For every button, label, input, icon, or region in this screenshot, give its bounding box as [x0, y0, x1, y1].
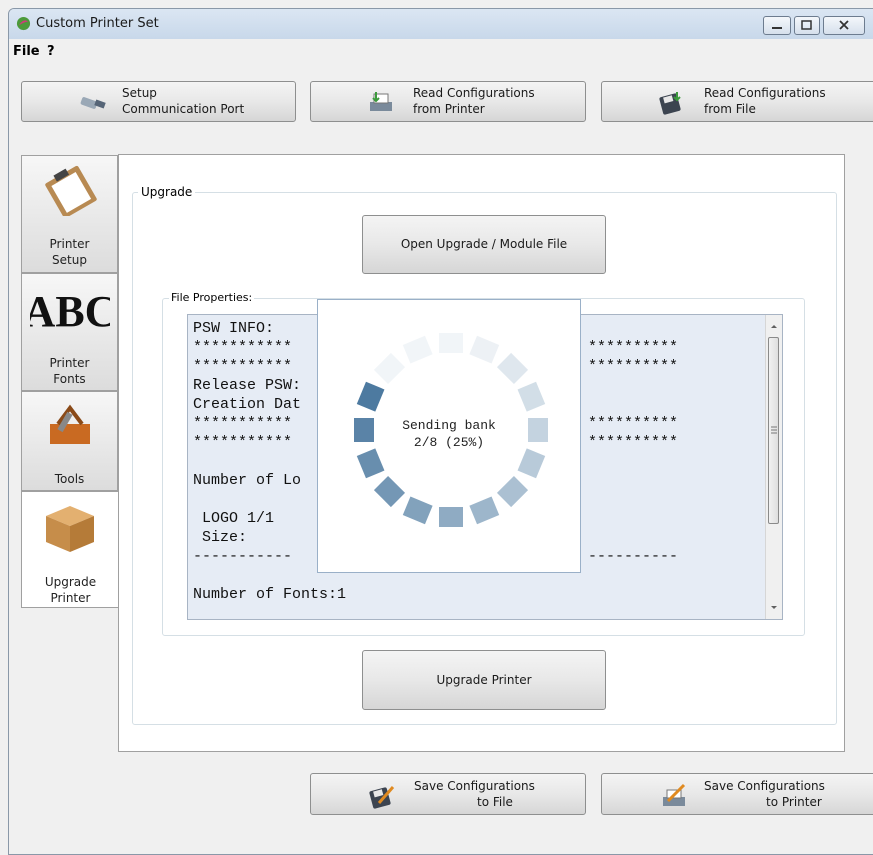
- file-text-left-line: LOGO 1/1: [193, 510, 275, 527]
- printer-read-icon: [370, 92, 392, 111]
- menu-file[interactable]: File: [13, 44, 40, 59]
- setup-label-1: Setup: [122, 86, 157, 100]
- file-text-right-line: **********: [588, 434, 679, 451]
- app-logo-icon: [16, 16, 31, 31]
- tab-upgrade-label-2: Printer: [50, 591, 91, 605]
- save-file-icon: [369, 786, 395, 809]
- file-text-left-line: ***********: [193, 358, 293, 375]
- file-properties-title: File Properties:: [169, 291, 255, 304]
- progress-count-text: 2/8 (25%): [413, 435, 485, 450]
- file-text-right-line: **********: [588, 339, 679, 356]
- spinner-segment: [373, 475, 406, 508]
- tab-tools-label: Tools: [54, 472, 85, 486]
- spinner-segment: [402, 496, 433, 525]
- spinner-segment: [469, 496, 500, 525]
- save-printer-icon: [663, 783, 686, 806]
- setup-communication-port-button[interactable]: Setup Communication Port: [21, 81, 296, 122]
- file-text-left-line: ***********: [193, 415, 293, 432]
- abc-font-icon: ABC: [30, 287, 110, 336]
- file-text-left-line: Size:: [193, 529, 248, 546]
- spinner-segment: [496, 352, 529, 385]
- read-printer-label-1: Read Configurations: [413, 86, 535, 100]
- window-title: Custom Printer Set: [36, 16, 159, 31]
- menu-help[interactable]: ?: [47, 44, 55, 59]
- tab-printer-fonts-label-1: Printer: [49, 356, 90, 370]
- file-text-right-line: **********: [588, 415, 679, 432]
- tab-printer-fonts-label-2: Fonts: [53, 372, 86, 386]
- upgrade-group-title: Upgrade: [138, 185, 196, 199]
- read-config-file-button[interactable]: Read Configurations from File: [601, 81, 873, 122]
- read-printer-label-2: from Printer: [413, 102, 485, 116]
- close-button[interactable]: [823, 16, 865, 35]
- tab-tools[interactable]: Tools: [21, 391, 118, 491]
- spinner-segment: [356, 448, 385, 479]
- spinner-segment: [517, 381, 546, 412]
- save-file-label-2: to File: [477, 795, 513, 809]
- read-config-printer-button[interactable]: Read Configurations from Printer: [310, 81, 586, 122]
- minimize-icon: [772, 27, 782, 29]
- tab-upgrade-label-1: Upgrade: [44, 575, 97, 589]
- tab-printer-fonts[interactable]: ABC Printer Fonts: [21, 273, 118, 391]
- tab-printer-setup-label-2: Setup: [52, 253, 87, 267]
- upgrade-printer-button[interactable]: Upgrade Printer: [362, 650, 606, 710]
- spinner-segment: [496, 475, 529, 508]
- minimize-button[interactable]: [763, 16, 791, 35]
- read-file-label-2: from File: [704, 102, 756, 116]
- file-text-left-line: Number of Fonts:1: [193, 586, 347, 603]
- upgrade-printer-label: Upgrade Printer: [436, 673, 532, 687]
- tab-printer-setup-label-1: Printer: [49, 237, 90, 251]
- open-upgrade-file-button[interactable]: Open Upgrade / Module File: [362, 215, 606, 274]
- spinner-segment: [373, 352, 406, 385]
- scroll-down-icon: [771, 606, 777, 609]
- save-printer-label-2: to Printer: [766, 795, 822, 809]
- usb-cable-icon: [80, 97, 106, 109]
- spinner-segment: [517, 448, 546, 479]
- file-text-left-line: ***********: [193, 339, 293, 356]
- menu-bar: [9, 39, 873, 61]
- maximize-icon: [801, 20, 812, 30]
- sending-progress-dialog: Sending bank 2/8 (25%): [317, 299, 581, 573]
- spinner-segment: [402, 335, 433, 364]
- app-window: Custom Printer Set File ? Setup Communic…: [8, 8, 873, 855]
- spinner-segment: [439, 333, 463, 353]
- spinner-segment: [356, 381, 385, 412]
- title-bar: Custom Printer Set: [9, 9, 873, 39]
- file-text-left-line: ***********: [193, 434, 293, 451]
- save-printer-label-1: Save Configurations: [704, 779, 825, 793]
- file-text-right-line: ----------: [588, 548, 679, 565]
- save-config-printer-button[interactable]: Save Configurations to Printer: [601, 773, 873, 815]
- save-file-label-1: Save Configurations: [414, 779, 535, 793]
- clipboard-icon: [45, 165, 97, 216]
- file-text-left-line: -----------: [193, 548, 293, 565]
- file-text-left-line: Creation Dat: [193, 396, 302, 413]
- maximize-button[interactable]: [794, 16, 820, 35]
- scroll-up-icon: [771, 325, 777, 328]
- spinner-segment: [439, 507, 463, 527]
- open-upgrade-file-label: Open Upgrade / Module File: [400, 237, 568, 251]
- toolbox-icon: [50, 404, 90, 444]
- file-text-right-line: **********: [588, 358, 679, 375]
- progress-status-text: Sending bank: [402, 418, 496, 433]
- close-icon: [839, 20, 849, 30]
- scroll-grip-icon: [771, 426, 777, 434]
- file-text-left-line: PSW INFO:: [193, 320, 275, 337]
- setup-label-2: Communication Port: [122, 102, 245, 116]
- file-text-left-line: Release PSW:: [193, 377, 302, 394]
- floppy-read-icon: [659, 92, 681, 115]
- tab-printer-setup[interactable]: Printer Setup: [21, 155, 118, 273]
- save-config-file-button[interactable]: Save Configurations to File: [310, 773, 586, 815]
- spinner-segment: [469, 335, 500, 364]
- read-file-label-1: Read Configurations: [704, 86, 826, 100]
- file-text-left-line: Number of Lo: [193, 472, 302, 489]
- vertical-scrollbar[interactable]: [765, 315, 782, 619]
- svg-text:ABC: ABC: [30, 287, 110, 336]
- box-fonts-icon: [46, 506, 94, 552]
- tab-upgrade-printer[interactable]: Upgrade Printer: [21, 491, 119, 608]
